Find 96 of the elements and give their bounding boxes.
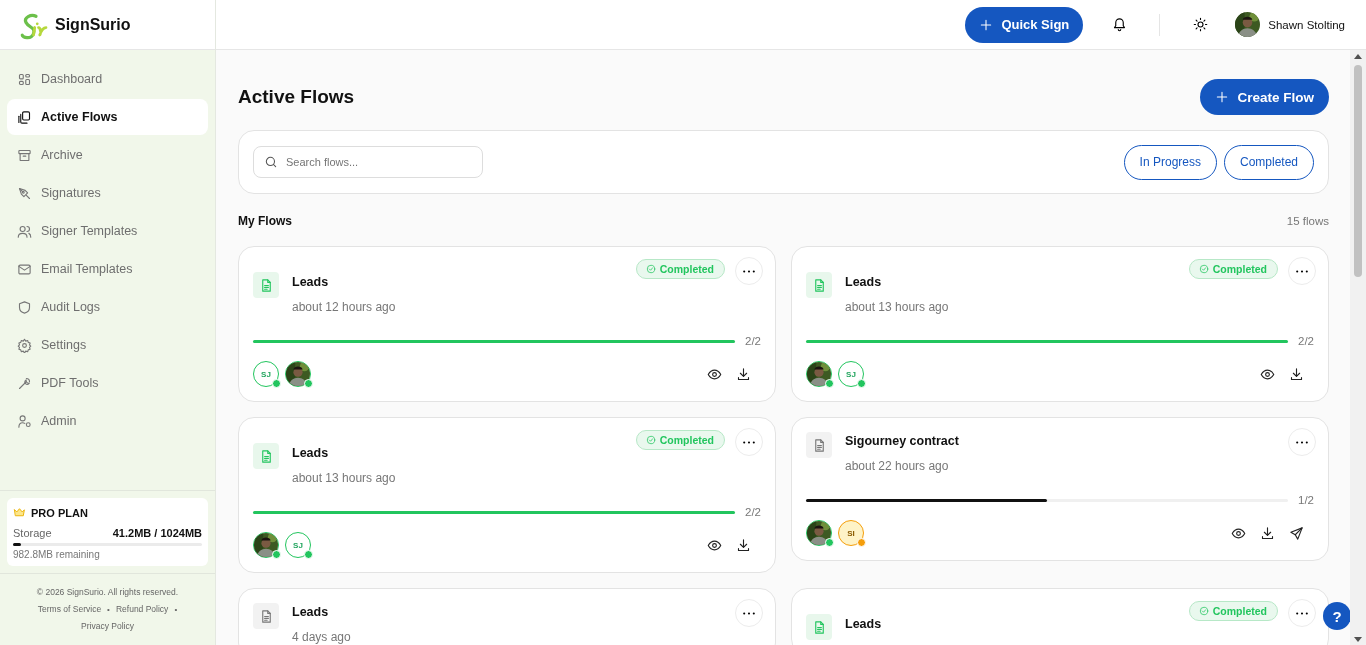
check-circle-icon [645, 435, 656, 445]
more-icon [743, 269, 755, 273]
gear-icon [17, 337, 32, 353]
download-icon[interactable] [1260, 525, 1275, 541]
signer-avatar: SJ [285, 532, 311, 558]
copy-icon [17, 109, 32, 125]
flow-title[interactable]: Leads [845, 275, 1189, 290]
flow-time: 4 days ago [292, 630, 352, 644]
flow-card[interactable]: Sigourney contract about 22 hours ago 1/2 SI [791, 417, 1329, 561]
flow-title[interactable]: Leads [292, 605, 735, 620]
more-icon [743, 440, 755, 444]
sidebar-item[interactable]: Signer Templates [7, 213, 208, 249]
status-badge: Completed [1188, 601, 1278, 621]
flow-card[interactable]: Leads 4 days ago [238, 588, 776, 645]
search-icon [264, 155, 278, 169]
archive-icon [17, 147, 32, 163]
status-badge: Completed [1188, 259, 1278, 279]
flow-time: about 12 hours ago [292, 300, 397, 314]
progress-count: 1/2 [1298, 494, 1314, 506]
eye-icon[interactable] [1231, 525, 1246, 541]
sidebar-item[interactable]: Admin [7, 403, 208, 439]
footer-link[interactable]: Terms of Service [37, 604, 102, 614]
progress-count: 2/2 [745, 506, 761, 518]
page-title: Active Flows [238, 86, 355, 108]
more-icon [1296, 269, 1308, 273]
more-icon [1296, 611, 1308, 615]
quick-sign-button[interactable]: Quick Sign [965, 6, 1084, 43]
help-button[interactable]: ? [1323, 602, 1350, 630]
wrench-icon [17, 375, 32, 391]
filter-button[interactable]: Completed [1223, 144, 1314, 180]
flow-card[interactable]: Leads Completed [791, 588, 1329, 645]
section-title: My Flows [238, 214, 292, 228]
flow-time: about 13 hours ago [845, 300, 950, 314]
plus-icon [1215, 90, 1230, 104]
status-badge: Completed [635, 430, 725, 450]
flow-count: 15 flows [1286, 215, 1329, 227]
more-icon [743, 611, 755, 615]
flow-title[interactable]: Sigourney contract [845, 434, 1288, 449]
brand-name: SignSurio [55, 15, 131, 34]
signer-avatar: SJ [838, 361, 864, 387]
storage-remaining: 982.8MB remaining [13, 549, 101, 560]
search-field[interactable]: Search flows... [253, 146, 483, 178]
flow-time: about 22 hours ago [845, 459, 950, 473]
scrollbar[interactable] [1350, 50, 1366, 645]
flow-card[interactable]: Leads about 12 hours ago Completed 2/2 SJ [238, 246, 776, 402]
flow-title[interactable]: Leads [292, 275, 636, 290]
users-icon [17, 223, 32, 239]
check-circle-icon [645, 264, 656, 274]
check-circle-icon [1198, 264, 1209, 274]
storage-value: 41.2MB / 1024MB [112, 527, 202, 539]
grid-icon [17, 71, 32, 87]
create-flow-button[interactable]: Create Flow [1200, 79, 1329, 115]
footer-link[interactable]: Refund Policy [115, 604, 169, 614]
mail-icon [17, 261, 32, 277]
pen-tool-icon [17, 185, 32, 201]
signer-avatar: SJ [253, 361, 279, 387]
eye-icon[interactable] [707, 537, 722, 553]
status-badge: Completed [635, 259, 725, 279]
footer-link[interactable]: Privacy Policy [81, 621, 134, 631]
send-icon[interactable] [1289, 525, 1304, 541]
user-gear-icon [17, 413, 32, 429]
download-icon[interactable] [736, 366, 751, 382]
sidebar-item[interactable]: Signatures [7, 175, 208, 211]
eye-icon[interactable] [1260, 366, 1275, 382]
copyright-text: © 2026 SignSurio. All rights reserved. [36, 587, 179, 597]
user-name[interactable]: Shawn Stolting [1268, 18, 1345, 31]
progress-count: 2/2 [1298, 335, 1314, 347]
sidebar-item[interactable]: Archive [7, 137, 208, 173]
download-icon[interactable] [736, 537, 751, 553]
flow-card[interactable]: Leads about 13 hours ago Completed 2/2 SJ [791, 246, 1329, 402]
sidebar-item[interactable]: Audit Logs [7, 289, 208, 325]
bell-icon[interactable] [1112, 17, 1128, 32]
flow-card[interactable]: Leads about 13 hours ago Completed 2/2 SJ [238, 417, 776, 573]
separator-dot: • [174, 604, 178, 614]
storage-label: Storage [13, 527, 52, 539]
sidebar-item[interactable]: Dashboard [7, 61, 208, 97]
sidebar-item[interactable]: Settings [7, 327, 208, 363]
separator-dot: • [107, 604, 110, 614]
more-icon [1296, 440, 1308, 444]
flow-title[interactable]: Leads [845, 617, 1189, 632]
plus-icon [979, 17, 994, 32]
check-circle-icon [1198, 606, 1209, 616]
progress-count: 2/2 [745, 335, 761, 347]
sidebar-item[interactable]: Email Templates [7, 251, 208, 287]
shield-icon [17, 299, 32, 315]
sidebar-item[interactable]: PDF Tools [7, 365, 208, 401]
crown-icon [13, 506, 26, 519]
sidebar-item[interactable]: Active Flows [7, 99, 208, 135]
flow-time: about 13 hours ago [292, 471, 397, 485]
eye-icon[interactable] [707, 366, 722, 382]
filter-button[interactable]: In Progress [1123, 144, 1217, 180]
download-icon[interactable] [1289, 366, 1304, 382]
sun-icon[interactable] [1193, 17, 1209, 32]
flow-title[interactable]: Leads [292, 446, 636, 461]
plan-title: PRO PLAN [31, 506, 88, 519]
signer-avatar: SI [838, 520, 864, 546]
